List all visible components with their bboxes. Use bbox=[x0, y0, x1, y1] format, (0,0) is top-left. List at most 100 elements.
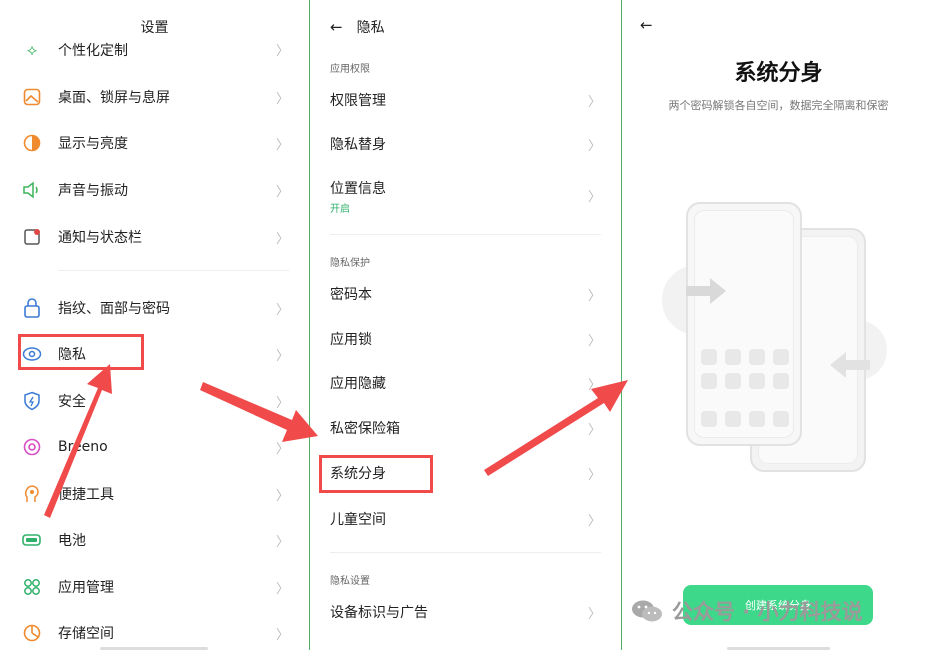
screenshot-stage: 设置 ⟡ 个性化定制 〉 桌面、锁屏与息屏 〉 显示与亮度 〉 声音与振动 〉 bbox=[0, 0, 935, 650]
privacy-header: ← 隐私 bbox=[330, 17, 385, 37]
chevron-right-icon: 〉 bbox=[275, 44, 289, 59]
privacy-item-permissions[interactable]: 权限管理 〉 bbox=[310, 78, 621, 122]
chevron-right-icon: 〉 bbox=[587, 189, 601, 205]
chevron-right-icon: 〉 bbox=[275, 627, 289, 643]
chevron-right-icon: 〉 bbox=[587, 94, 601, 110]
watermark-text: 公众号 · 小力科技说 bbox=[672, 600, 863, 624]
settings-item-personalize[interactable]: ⟡ 个性化定制 〉 bbox=[0, 28, 309, 68]
chevron-right-icon: 〉 bbox=[587, 467, 601, 483]
settings-item-battery[interactable]: 电池 〉 bbox=[0, 518, 309, 562]
notification-icon bbox=[22, 227, 42, 247]
battery-icon bbox=[22, 530, 42, 550]
chevron-right-icon: 〉 bbox=[275, 184, 289, 200]
privacy-item-substitute[interactable]: 隐私替身 〉 bbox=[310, 122, 621, 166]
settings-item-wallpaper[interactable]: 桌面、锁屏与息屏 〉 bbox=[0, 75, 309, 119]
settings-item-label: 声音与振动 bbox=[58, 183, 128, 199]
settings-item-fingerprint[interactable]: 指纹、面部与密码 〉 bbox=[0, 286, 309, 330]
privacy-item-label: 儿童空间 bbox=[330, 512, 386, 528]
privacy-item-device-id-ads[interactable]: 设备标识与广告 〉 bbox=[310, 590, 621, 634]
speaker-icon bbox=[22, 180, 42, 200]
settings-item-label: 桌面、锁屏与息屏 bbox=[58, 90, 170, 106]
chevron-right-icon: 〉 bbox=[275, 534, 289, 550]
privacy-item-label: 权限管理 bbox=[330, 93, 386, 109]
app-tile bbox=[749, 411, 765, 427]
privacy-item-label: 应用隐藏 bbox=[330, 376, 386, 392]
chevron-right-icon: 〉 bbox=[275, 395, 289, 411]
brightness-icon bbox=[22, 133, 42, 153]
app-tile bbox=[701, 411, 717, 427]
system-clone-highlight-box bbox=[319, 455, 433, 493]
settings-item-notification[interactable]: 通知与状态栏 〉 bbox=[0, 215, 309, 259]
tools-icon bbox=[22, 484, 42, 504]
wallpaper-icon bbox=[22, 87, 42, 107]
front-phone bbox=[686, 202, 802, 446]
section-divider bbox=[330, 234, 601, 235]
settings-item-label: 个性化定制 bbox=[58, 43, 128, 59]
settings-item-label: 安全 bbox=[58, 394, 86, 410]
privacy-title: 隐私 bbox=[356, 20, 385, 36]
settings-item-tools[interactable]: 便捷工具 〉 bbox=[0, 472, 309, 516]
arrow-right-icon bbox=[686, 278, 726, 304]
chevron-right-icon: 〉 bbox=[587, 138, 601, 154]
chevron-right-icon: 〉 bbox=[275, 441, 289, 457]
chevron-right-icon: 〉 bbox=[275, 91, 289, 107]
settings-panel: 设置 ⟡ 个性化定制 〉 桌面、锁屏与息屏 〉 显示与亮度 〉 声音与振动 〉 bbox=[0, 0, 309, 650]
settings-item-sound[interactable]: 声音与振动 〉 bbox=[0, 168, 309, 212]
chevron-right-icon: 〉 bbox=[587, 606, 601, 622]
back-arrow-icon[interactable]: ← bbox=[330, 18, 343, 36]
privacy-item-location[interactable]: 位置信息 开启 〉 bbox=[310, 170, 621, 220]
system-clone-title: 系统分身 bbox=[734, 61, 823, 86]
privacy-item-label: 私密保险箱 bbox=[330, 421, 400, 437]
settings-item-label: 应用管理 bbox=[58, 580, 114, 596]
settings-item-display[interactable]: 显示与亮度 〉 bbox=[0, 121, 309, 165]
section-header: 应用权限 bbox=[330, 64, 370, 75]
storage-icon bbox=[22, 623, 42, 643]
settings-item-label: 通知与状态栏 bbox=[58, 230, 142, 246]
settings-item-label: 存储空间 bbox=[58, 626, 114, 642]
chevron-right-icon: 〉 bbox=[587, 288, 601, 304]
system-clone-description: 两个密码解锁各自空间，数据完全隔离和保密 bbox=[668, 99, 889, 112]
back-arrow-icon[interactable]: ← bbox=[640, 16, 653, 34]
privacy-item-hide-apps[interactable]: 应用隐藏 〉 bbox=[310, 361, 621, 405]
settings-item-label: 电池 bbox=[58, 533, 86, 549]
app-tile bbox=[773, 373, 789, 389]
chevron-right-icon: 〉 bbox=[275, 302, 289, 318]
arrow-left-icon bbox=[830, 352, 870, 378]
privacy-item-label: 位置信息 bbox=[330, 181, 386, 197]
chevron-right-icon: 〉 bbox=[275, 137, 289, 153]
settings-item-security[interactable]: 安全 〉 bbox=[0, 379, 309, 423]
section-header: 隐私设置 bbox=[330, 576, 370, 587]
chevron-right-icon: 〉 bbox=[275, 488, 289, 504]
section-divider bbox=[58, 270, 289, 271]
privacy-item-private-safe[interactable]: 私密保险箱 〉 bbox=[310, 406, 621, 450]
chevron-right-icon: 〉 bbox=[587, 377, 601, 393]
breeno-icon bbox=[22, 437, 42, 457]
app-tile bbox=[701, 349, 717, 365]
privacy-highlight-box bbox=[18, 334, 144, 370]
privacy-item-label: 隐私替身 bbox=[330, 137, 386, 153]
privacy-item-password-book[interactable]: 密码本 〉 bbox=[310, 272, 621, 316]
system-clone-panel: ← 系统分身 两个密码解锁各自空间，数据完全隔离和保密 创建系统分身 bbox=[622, 0, 935, 650]
app-tile bbox=[725, 411, 741, 427]
settings-item-label: 显示与亮度 bbox=[58, 136, 128, 152]
app-tile bbox=[725, 349, 741, 365]
chevron-right-icon: 〉 bbox=[587, 333, 601, 349]
section-header: 隐私保护 bbox=[330, 258, 370, 269]
app-tile bbox=[701, 373, 717, 389]
privacy-item-kids-space[interactable]: 儿童空间 〉 bbox=[310, 497, 621, 541]
chevron-right-icon: 〉 bbox=[275, 581, 289, 597]
chevron-right-icon: 〉 bbox=[587, 422, 601, 438]
settings-item-label: Breeno bbox=[58, 439, 108, 455]
settings-item-apps[interactable]: 应用管理 〉 bbox=[0, 565, 309, 609]
settings-item-label: 指纹、面部与密码 bbox=[58, 301, 170, 317]
settings-item-breeno[interactable]: Breeno 〉 bbox=[0, 425, 309, 469]
chevron-right-icon: 〉 bbox=[275, 348, 289, 364]
chevron-right-icon: 〉 bbox=[275, 231, 289, 247]
apps-icon bbox=[22, 577, 42, 597]
settings-item-storage[interactable]: 存储空间 〉 bbox=[0, 611, 309, 650]
privacy-item-label: 密码本 bbox=[330, 287, 372, 303]
watermark: 公众号 · 小力科技说 bbox=[630, 596, 863, 626]
privacy-item-app-lock[interactable]: 应用锁 〉 bbox=[310, 317, 621, 361]
app-tile bbox=[725, 373, 741, 389]
front-phone-screen bbox=[694, 210, 794, 438]
